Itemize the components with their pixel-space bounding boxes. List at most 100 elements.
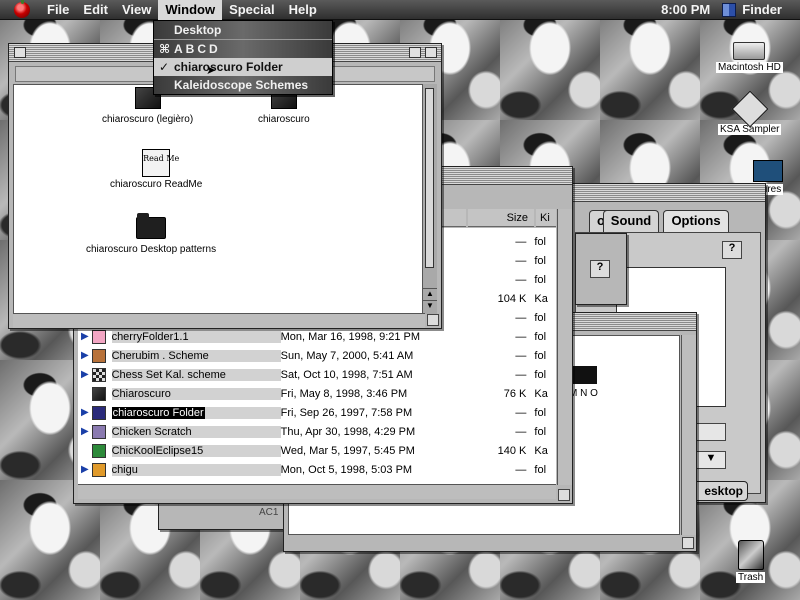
resize-handle[interactable] [682, 537, 694, 549]
menu-edit[interactable]: Edit [76, 0, 115, 20]
icon-label: chiaroscuro [258, 114, 310, 125]
tab-label: Options [671, 213, 721, 228]
list-row[interactable]: ▶ Cherubim . Scheme Sun, May 7, 2000, 5:41… [78, 346, 556, 365]
scroll-track[interactable] [425, 88, 434, 268]
menu-view[interactable]: View [115, 0, 158, 20]
menu-item-label: Kaleidoscope Schemes [174, 78, 309, 92]
row-date: Mon, Oct 5, 1998, 5:03 PM [280, 463, 413, 476]
readme-document-icon: Read Me [142, 149, 179, 177]
desktop-icon-trash[interactable]: Trash [736, 540, 766, 583]
window-menu-item-desktop[interactable]: Desktop [154, 21, 332, 39]
help-icon[interactable]: ? [590, 260, 610, 278]
menubar-clock[interactable]: 8:00 PM [661, 2, 710, 17]
ksa-sampler-icon [731, 90, 769, 128]
column-header-label: Size [506, 212, 528, 224]
hard-disk-icon [733, 42, 766, 60]
row-kind: fol [534, 273, 546, 286]
scroll-down-arrow-icon[interactable]: ▼ [423, 300, 437, 312]
row-kind: fol [534, 368, 547, 381]
desktop-icon-macintosh-hd[interactable]: Macintosh HD [716, 42, 783, 73]
menu-special[interactable]: Special [222, 0, 282, 20]
row-kind: fol [534, 406, 547, 419]
help-icon-label: ? [728, 242, 736, 254]
column-header-label: Ki [540, 212, 550, 224]
vertical-scrollbar[interactable]: ▲ ▼ [422, 84, 437, 314]
resize-handle[interactable] [558, 489, 570, 501]
list-row[interactable]: ▶ Chicken Scratch Thu, Apr 30, 1998, 4:29 … [78, 422, 556, 441]
vertical-scrollbar[interactable] [681, 335, 696, 535]
scheme-folder-icon [91, 462, 106, 477]
row-name: chigu [111, 463, 281, 476]
popup-menu[interactable]: ▼ [696, 451, 726, 469]
scheme-file-icon [91, 386, 106, 401]
row-size: 76 K [503, 387, 527, 400]
button-label: esktop [704, 484, 743, 498]
list-row[interactable]: ▶ chiaroscuro Folder Fri, Sep 26, 1997, 7:… [78, 403, 556, 422]
window-menu-item-chiaroscuro-folder[interactable]: ✓ chiaroscuro Folder ➤ [154, 58, 332, 77]
tab-sound[interactable]: Sound [603, 210, 659, 232]
help-icon[interactable]: ? [722, 241, 742, 259]
row-size: — [515, 425, 527, 438]
zoom-box-icon[interactable] [409, 47, 421, 58]
scheme-file-icon [91, 443, 106, 458]
horizontal-scrollbar[interactable] [78, 484, 556, 499]
vertical-scrollbar[interactable] [557, 209, 572, 485]
row-date: Fri, May 8, 1998, 3:46 PM [280, 387, 408, 400]
tab-options[interactable]: Options [663, 210, 729, 232]
file-icon-chiaroscuro-readme[interactable]: Read Me chiaroscuro ReadMe [110, 149, 202, 190]
folder-icon [136, 213, 167, 239]
row-kind: Ka [534, 444, 548, 457]
row-size: — [515, 368, 527, 381]
column-header-kind[interactable]: Ki [536, 209, 556, 227]
row-size: — [515, 273, 527, 286]
window-menu-item-abcd[interactable]: ⌘ ABCD [154, 40, 332, 58]
icon-label: chiaroscuro (legièro) [102, 114, 194, 125]
row-date: Sat, Oct 10, 1998, 7:51 AM [280, 368, 413, 381]
tab-label: Sound [610, 213, 652, 228]
row-kind: fol [534, 235, 546, 248]
horizontal-scrollbar[interactable] [13, 313, 425, 328]
row-size: 104 K [497, 292, 527, 305]
desktop-icon-ksa-sampler[interactable]: KSA Sampler [718, 90, 782, 135]
row-size: — [515, 349, 527, 362]
list-row[interactable]: ▶ chigu Mon, Oct 5, 1998, 5:03 PM — fol [78, 460, 556, 479]
menu-help[interactable]: Help [282, 0, 324, 20]
list-row[interactable]: ChicKoolEclipse15 Wed, Mar 5, 1997, 5:45 … [78, 441, 556, 460]
window-title-bar[interactable] [571, 184, 765, 202]
folder-icon [91, 329, 106, 344]
menu-item-label: chiaroscuro Folder [174, 60, 283, 74]
list-row[interactable]: ▶ cherryFolder1.1 Mon, Mar 16, 1998, 9:21 … [78, 327, 556, 346]
collapse-box-icon[interactable] [425, 47, 437, 58]
apple-menu-icon[interactable] [14, 0, 30, 18]
disclosure-triangle-icon[interactable]: ▶ [78, 426, 92, 437]
disclosure-triangle-icon[interactable]: ▶ [78, 407, 92, 418]
row-name: Chess Set Kal. scheme [111, 368, 281, 381]
list-row[interactable]: Chiaroscuro Fri, May 8, 1998, 3:46 PM 76 K… [78, 384, 556, 403]
disclosure-triangle-icon[interactable]: ▶ [78, 464, 92, 475]
row-name-highlighted: chiaroscuro Folder [111, 406, 205, 419]
window-label: AC1 [259, 507, 279, 518]
list-row[interactable]: ▶ Chess Set Kal. scheme Sat, Oct 10, 1998,… [78, 365, 556, 384]
close-box-icon[interactable] [14, 47, 26, 58]
row-date: Thu, Apr 30, 1998, 4:29 PM [280, 425, 416, 438]
disclosure-triangle-icon[interactable]: ▶ [78, 369, 92, 380]
resize-handle[interactable] [427, 314, 439, 326]
scheme-icon [569, 366, 597, 384]
disclosure-triangle-icon[interactable]: ▶ [78, 331, 92, 342]
help-icon-label: ? [596, 261, 604, 273]
scroll-up-arrow-icon[interactable]: ▲ [423, 288, 437, 300]
application-name: Finder [742, 2, 782, 17]
column-header-size[interactable]: Size [468, 209, 534, 227]
window-menu-item-kaleidoscope-schemes[interactable]: Kaleidoscope Schemes [154, 76, 332, 94]
row-name: ChicKoolEclipse15 [111, 444, 281, 457]
menu-file[interactable]: File [40, 0, 76, 20]
row-kind: fol [534, 254, 546, 267]
row-size: 140 K [497, 444, 527, 457]
application-menu[interactable]: Finder [722, 2, 782, 17]
folder-icon-desktop-patterns[interactable]: chiaroscuro Desktop patterns [86, 213, 216, 255]
row-kind: fol [534, 463, 547, 476]
menu-window[interactable]: Window [158, 0, 223, 20]
row-size: — [515, 311, 527, 324]
text-field[interactable] [696, 423, 726, 441]
disclosure-triangle-icon[interactable]: ▶ [78, 350, 92, 361]
